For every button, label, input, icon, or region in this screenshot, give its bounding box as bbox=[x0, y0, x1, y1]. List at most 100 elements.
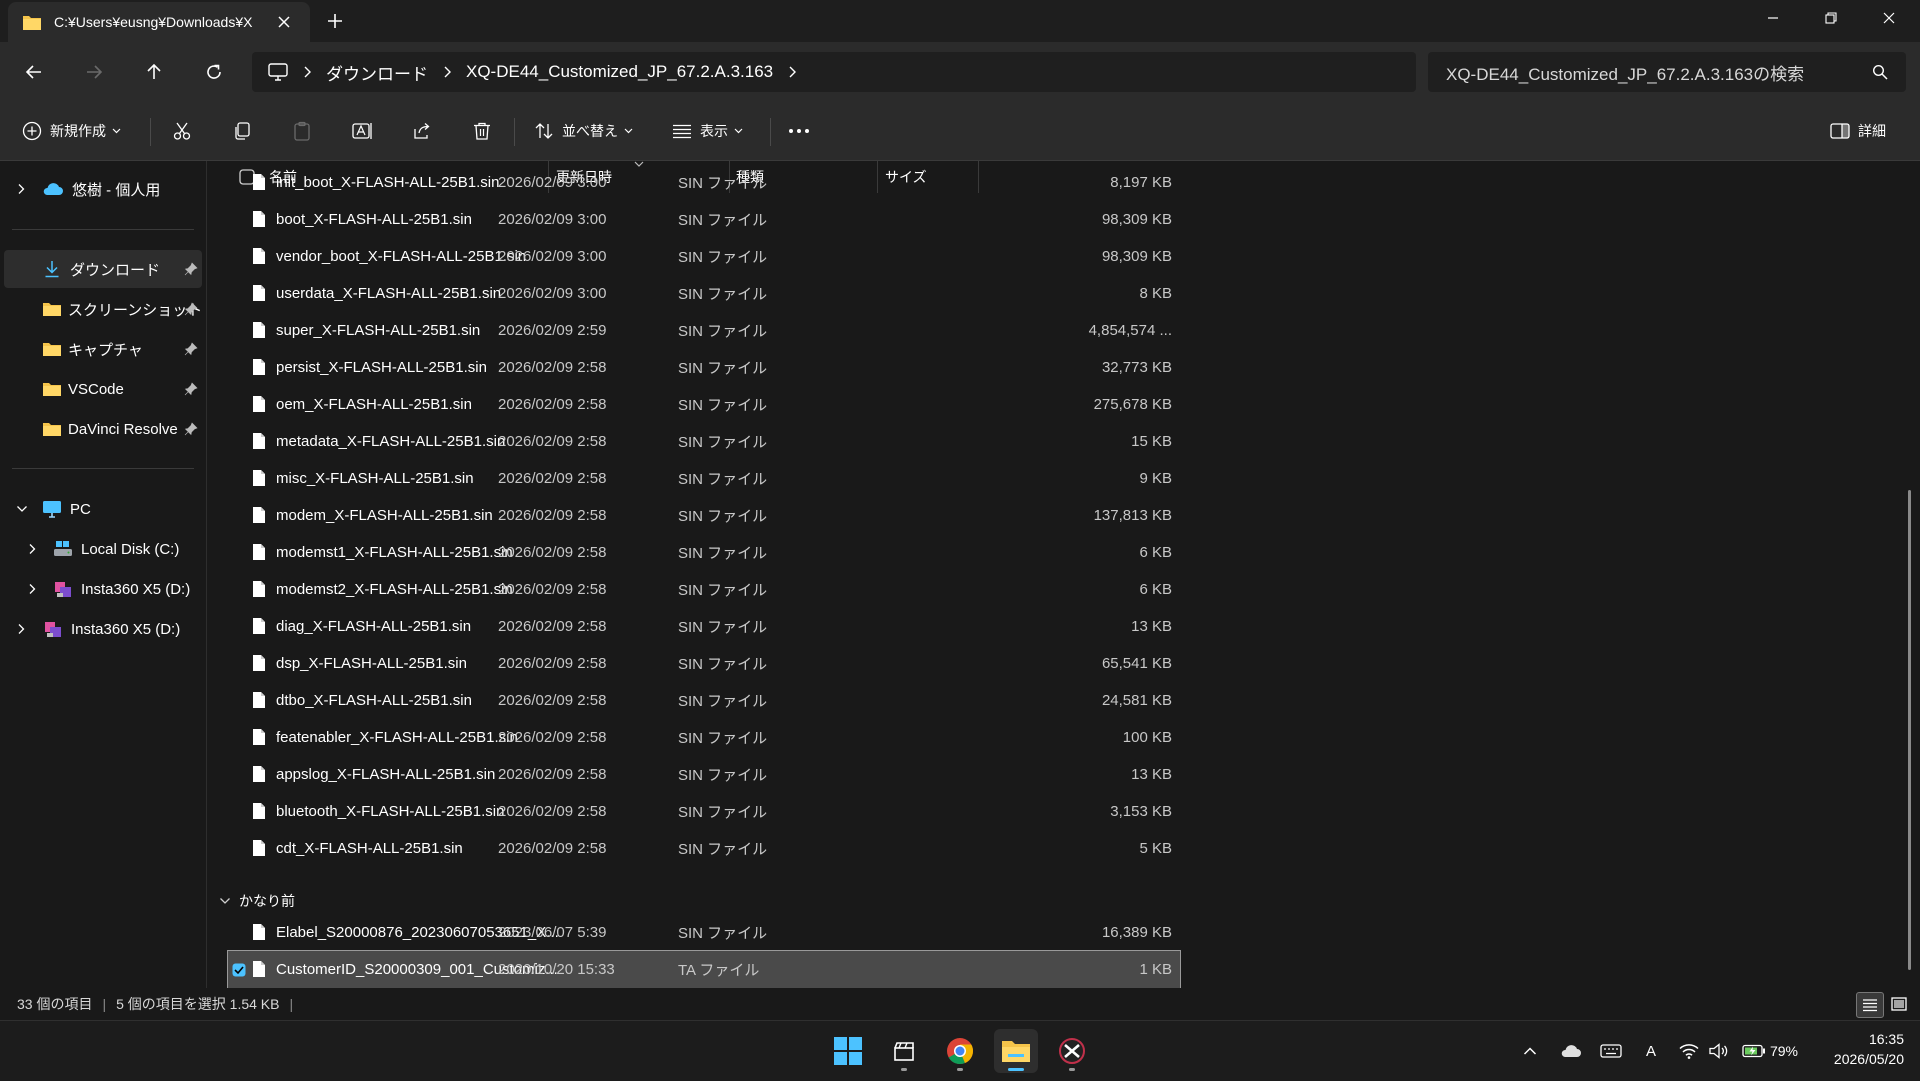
chevron-right-icon[interactable] bbox=[16, 623, 26, 635]
table-row[interactable]: modem_X-FLASH-ALL-25B1.sin 2026/02/09 2:5… bbox=[228, 497, 1180, 534]
table-row[interactable]: dsp_X-FLASH-ALL-25B1.sin 2026/02/09 2:58 S… bbox=[228, 645, 1180, 682]
file-size: 8 KB bbox=[1139, 285, 1172, 302]
restore-button[interactable] bbox=[1802, 0, 1860, 36]
breadcrumb-current-folder[interactable]: XQ-DE44_Customized_JP_67.2.A.3.163 bbox=[466, 62, 773, 82]
pin-icon[interactable] bbox=[184, 262, 198, 276]
volume-button[interactable] bbox=[1706, 1039, 1732, 1063]
table-row[interactable]: dtbo_X-FLASH-ALL-25B1.sin 2026/02/09 2:58… bbox=[228, 682, 1180, 719]
sidebar-item-pc[interactable]: PC bbox=[0, 490, 206, 528]
pin-icon[interactable] bbox=[184, 342, 198, 356]
table-row[interactable]: CustomerID_S20000309_001_Customiz... 2020… bbox=[227, 950, 1181, 989]
taskbar-app-xperia[interactable] bbox=[1050, 1029, 1094, 1073]
paste-button[interactable] bbox=[292, 115, 312, 147]
minimize-button[interactable] bbox=[1744, 0, 1802, 36]
breadcrumb-downloads[interactable]: ダウンロード bbox=[326, 60, 428, 85]
file-type: SIN ファイル bbox=[678, 323, 768, 340]
table-row[interactable]: featenabler_X-FLASH-ALL-25B1.sin 2026/02/… bbox=[228, 719, 1180, 756]
search-box[interactable]: XQ-DE44_Customized_JP_67.2.A.3.163の検索 bbox=[1428, 52, 1906, 92]
show-hidden-icons-button[interactable] bbox=[1520, 1039, 1540, 1063]
sidebar-item-capture[interactable]: キャプチャ bbox=[0, 330, 206, 368]
taskbar-app-clapper[interactable] bbox=[882, 1029, 926, 1073]
table-row[interactable]: modemst2_X-FLASH-ALL-25B1.sin 2026/02/09 … bbox=[228, 571, 1180, 608]
battery-button[interactable]: 79% bbox=[1740, 1039, 1800, 1063]
copy-button[interactable] bbox=[232, 115, 252, 147]
sort-icon bbox=[535, 123, 553, 139]
table-row[interactable]: modemst1_X-FLASH-ALL-25B1.sin 2026/02/09 … bbox=[228, 534, 1180, 571]
file-name: metadata_X-FLASH-ALL-25B1.sin bbox=[276, 433, 506, 450]
forward-button[interactable] bbox=[78, 56, 110, 88]
table-row[interactable]: userdata_X-FLASH-ALL-25B1.sin 2026/02/09 … bbox=[228, 275, 1180, 312]
sidebar-item-insta360-external[interactable]: Insta360 X5 (D:) bbox=[0, 610, 206, 648]
chevron-right-icon[interactable] bbox=[27, 583, 37, 595]
start-button[interactable] bbox=[826, 1029, 870, 1073]
sort-button[interactable]: 並べ替え bbox=[534, 115, 633, 147]
chevron-right-icon[interactable] bbox=[16, 183, 26, 195]
pin-icon[interactable] bbox=[184, 302, 198, 316]
checkbox-checked-icon[interactable] bbox=[232, 963, 246, 977]
share-button[interactable] bbox=[412, 115, 432, 147]
minimize-icon bbox=[1768, 17, 1778, 19]
sidebar-item-vscode[interactable]: VSCode bbox=[0, 370, 206, 408]
close-tab-icon[interactable] bbox=[276, 14, 292, 30]
explorer-tab[interactable]: C:¥Users¥eusng¥Downloads¥X bbox=[8, 2, 310, 42]
view-button[interactable]: 表示 bbox=[672, 115, 743, 147]
taskbar-app-file-explorer[interactable] bbox=[994, 1029, 1038, 1073]
table-row[interactable]: super_X-FLASH-ALL-25B1.sin 2026/02/09 2:5… bbox=[228, 312, 1180, 349]
group-header-older[interactable]: かなり前 bbox=[219, 890, 295, 912]
wifi-button[interactable] bbox=[1676, 1039, 1702, 1063]
file-date: 2026/02/09 2:58 bbox=[498, 507, 607, 524]
pin-icon[interactable] bbox=[184, 382, 198, 396]
table-row[interactable]: persist_X-FLASH-ALL-25B1.sin 2026/02/09 2… bbox=[228, 349, 1180, 386]
address-bar[interactable]: ダウンロード XQ-DE44_Customized_JP_67.2.A.3.16… bbox=[252, 52, 1416, 92]
running-indicator bbox=[901, 1068, 907, 1071]
sidebar-item-label: DaVinci Resolve bbox=[68, 420, 178, 438]
search-icon bbox=[1872, 64, 1888, 80]
table-row[interactable]: Elabel_S20000876_20230607053651_X... 2023… bbox=[228, 914, 1180, 951]
sidebar-item-davinci-resolve[interactable]: DaVinci Resolve bbox=[0, 410, 206, 448]
clock[interactable]: 16:35 2026/05/20 bbox=[1800, 1029, 1904, 1073]
sidebar-item-downloads[interactable]: ダウンロード bbox=[4, 250, 202, 288]
search-input[interactable]: XQ-DE44_Customized_JP_67.2.A.3.163の検索 bbox=[1446, 60, 1872, 85]
rename-button[interactable] bbox=[352, 115, 374, 147]
table-row[interactable]: bluetooth_X-FLASH-ALL-25B1.sin 2026/02/09… bbox=[228, 793, 1180, 830]
ime-mode-indicator[interactable]: A bbox=[1638, 1039, 1664, 1063]
details-view-button[interactable] bbox=[1856, 992, 1884, 1018]
new-tab-icon[interactable] bbox=[326, 12, 344, 30]
table-row[interactable]: boot_X-FLASH-ALL-25B1.sin 2026/02/09 3:00… bbox=[228, 201, 1180, 238]
sidebar-item-label: Insta360 X5 (D:) bbox=[71, 620, 181, 638]
more-options-button[interactable] bbox=[788, 115, 810, 147]
chevron-down-icon[interactable] bbox=[16, 504, 28, 514]
new-button[interactable]: 新規作成 bbox=[22, 115, 121, 147]
table-row[interactable]: metadata_X-FLASH-ALL-25B1.sin 2026/02/09 … bbox=[228, 423, 1180, 460]
chevron-right-icon[interactable] bbox=[27, 543, 37, 555]
tiles-view-button[interactable] bbox=[1886, 992, 1912, 1016]
back-button[interactable] bbox=[18, 56, 50, 88]
table-row[interactable]: init_boot_X-FLASH-ALL-25B1.sin 2026/02/09… bbox=[228, 164, 1180, 201]
table-row[interactable]: cdt_X-FLASH-ALL-25B1.sin 2026/02/09 2:58 S… bbox=[228, 830, 1180, 867]
details-pane-button[interactable]: 詳細 bbox=[1830, 115, 1886, 147]
delete-button[interactable] bbox=[472, 115, 492, 147]
touch-keyboard-button[interactable] bbox=[1598, 1039, 1624, 1063]
close-window-button[interactable] bbox=[1860, 0, 1918, 36]
up-button[interactable] bbox=[138, 56, 170, 88]
pin-icon[interactable] bbox=[184, 422, 198, 436]
cut-button[interactable] bbox=[172, 115, 192, 147]
sidebar-item-local-disk-c[interactable]: Local Disk (C:) bbox=[0, 530, 206, 568]
file-size: 6 KB bbox=[1139, 544, 1172, 561]
vertical-scrollbar[interactable] bbox=[1908, 490, 1911, 970]
sidebar-item-label: Insta360 X5 (D:) bbox=[81, 580, 191, 598]
table-row[interactable]: appslog_X-FLASH-ALL-25B1.sin 2026/02/09 2… bbox=[228, 756, 1180, 793]
sidebar-item-onedrive[interactable]: 悠樹 - 個人用 bbox=[0, 170, 206, 208]
table-row[interactable]: vendor_boot_X-FLASH-ALL-25B1.sin 2026/02/… bbox=[228, 238, 1180, 275]
sidebar-item-screenshots[interactable]: スクリーンショット bbox=[0, 290, 206, 328]
refresh-button[interactable] bbox=[198, 56, 230, 88]
file-date: 2026/02/09 2:58 bbox=[498, 581, 607, 598]
file-size: 5 KB bbox=[1139, 840, 1172, 857]
table-row[interactable]: diag_X-FLASH-ALL-25B1.sin 2026/02/09 2:58… bbox=[228, 608, 1180, 645]
chevron-right-icon[interactable] bbox=[787, 65, 797, 79]
sidebar-item-insta360-drive[interactable]: Insta360 X5 (D:) bbox=[0, 570, 206, 608]
onedrive-tray-button[interactable] bbox=[1558, 1039, 1584, 1063]
taskbar-app-chrome[interactable] bbox=[938, 1029, 982, 1073]
table-row[interactable]: misc_X-FLASH-ALL-25B1.sin 2026/02/09 2:58… bbox=[228, 460, 1180, 497]
table-row[interactable]: oem_X-FLASH-ALL-25B1.sin 2026/02/09 2:58 S… bbox=[228, 386, 1180, 423]
